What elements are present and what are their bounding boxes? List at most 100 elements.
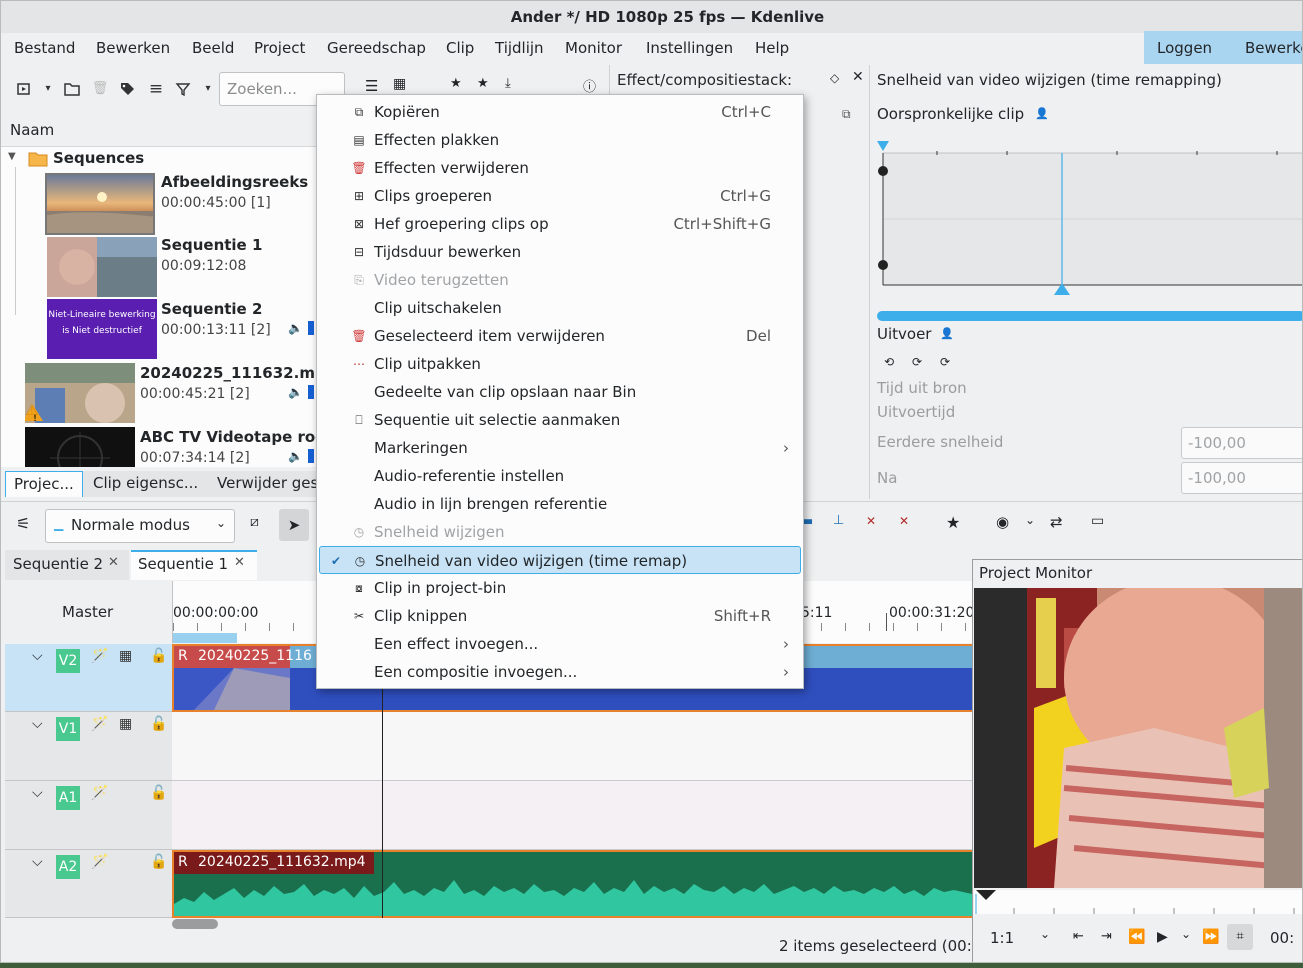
layout-loggen[interactable]: Loggen <box>1157 33 1212 63</box>
tab-sequentie-1[interactable]: Sequentie 1 ✕ <box>131 550 257 580</box>
track-lane-a1[interactable] <box>172 781 974 850</box>
menu-cut-clip[interactable]: ✂ Clip knippen Shift+R <box>319 602 801 630</box>
menu-tijdlijn[interactable]: Tijdlijn <box>495 33 544 63</box>
chevron-down-icon[interactable]: ⌵ <box>32 648 43 664</box>
play-icon[interactable]: ▶ <box>1157 929 1168 945</box>
settings-sliders-icon[interactable]: ⚟ <box>16 514 30 533</box>
menu-disable-clip[interactable]: Clip uitschakelen <box>319 294 801 322</box>
chevron-down-icon[interactable]: ⌵ <box>32 716 43 732</box>
keyframe-add-icon[interactable]: ⟳ <box>912 355 922 369</box>
tag-icon[interactable] <box>116 78 138 100</box>
film-icon[interactable]: ▦ <box>119 648 132 664</box>
monitor-ruler[interactable] <box>974 890 1302 914</box>
menu-save-zone-to-bin[interactable]: Gedeelte van clip opslaan naar Bin <box>319 378 801 406</box>
track-lane-a2[interactable]: R 20240225_111632.mp4 <box>172 850 974 918</box>
menu-markers[interactable]: Markeringen › <box>319 434 801 462</box>
menu-bewerken[interactable]: Bewerken <box>96 33 170 63</box>
menu-extract-clip[interactable]: ⋯ Clip uitpakken <box>319 350 801 378</box>
bin-clip-row[interactable]: ABC TV Videotape room 00:07:34:14 [2] 🔈 <box>1 427 317 467</box>
menu-insert-effect[interactable]: Een effect invoegen... › <box>319 630 801 658</box>
keyframe-next-icon[interactable]: ⟳ <box>940 355 950 369</box>
monitor-video[interactable] <box>974 588 1302 888</box>
tab-remove[interactable]: Verwijder ges <box>217 474 318 492</box>
bin-clip-row[interactable]: Afbeeldingsreeks 00:00:45:00 [1] <box>1 171 313 235</box>
menu-monitor[interactable]: Monitor <box>565 33 622 63</box>
remove-space-icon[interactable]: ✕ <box>899 514 909 528</box>
menu-gereedschap[interactable]: Gereedschap <box>327 33 426 63</box>
star-icon[interactable]: ★ <box>946 513 960 532</box>
add-clip-icon[interactable] <box>13 78 35 100</box>
chevron-down-icon[interactable]: ⌵ <box>32 854 43 870</box>
remap-range-bar[interactable] <box>877 311 1302 321</box>
menu-ungroup-clips[interactable]: ⊠ Hef groepering clips op Ctrl+Shift+G <box>319 210 801 238</box>
chevron-down-icon[interactable]: ▾ <box>37 78 59 100</box>
layout-bewerken[interactable]: Bewerken <box>1245 33 1302 63</box>
close-icon[interactable]: ✕ <box>234 555 245 570</box>
track-header-v1[interactable]: ⌵ V1 🪄 ▦ 🔓 <box>5 712 172 781</box>
lock-icon[interactable]: 🔓 <box>150 716 167 732</box>
menu-set-audio-reference[interactable]: Audio-referentie instellen <box>319 462 801 490</box>
menu-help[interactable]: Help <box>755 33 789 63</box>
audio-clip[interactable]: R 20240225_111632.mp4 <box>172 850 974 918</box>
menu-clip-in-bin[interactable]: ⧇ Clip in project-bin <box>319 574 801 602</box>
bin-clip-row[interactable]: Sequentie 1 00:09:12:08 <box>1 235 313 299</box>
info-icon[interactable]: ⓘ <box>583 76 596 95</box>
chevron-down-icon[interactable]: ▼ <box>8 151 16 162</box>
chevron-down-icon[interactable]: ⌄ <box>1040 927 1050 941</box>
subtitle-icon[interactable]: ▭ <box>1091 513 1104 529</box>
menu-create-sequence[interactable]: ⎕ Sequentie uit selectie aanmaken <box>319 406 801 434</box>
bin-column-header[interactable]: Naam <box>1 113 317 147</box>
menu-beeld[interactable]: Beeld <box>192 33 234 63</box>
menu-insert-composition[interactable]: Een compositie invoegen... › <box>319 658 801 686</box>
filter-icon[interactable] <box>172 78 194 100</box>
track-lane-v1[interactable] <box>172 712 974 781</box>
set-in-icon[interactable]: ⇤ <box>1073 929 1084 944</box>
set-out-icon[interactable]: ⇥ <box>1101 929 1112 944</box>
delete-icon[interactable]: 🗑 <box>89 78 111 100</box>
effects-icon[interactable]: 🪄 <box>91 854 108 870</box>
rewind-icon[interactable]: ⏪ <box>1128 929 1145 945</box>
menu-delete-selected[interactable]: 🗑 Geselecteerd item verwijderen Del <box>319 322 801 350</box>
master-label[interactable]: Master <box>62 603 113 621</box>
lock-icon[interactable]: 🔓 <box>150 648 167 664</box>
after-input[interactable]: -100,00 <box>1181 462 1302 494</box>
razor-icon[interactable]: ⧄ <box>250 514 259 530</box>
menu-time-remap[interactable]: ✔ ◷ Snelheid van video wijzigen (time rema… <box>319 546 801 574</box>
lock-icon[interactable]: 🔓 <box>150 854 167 870</box>
film-icon[interactable]: ▦ <box>119 716 132 732</box>
crop-icon[interactable]: ⌗ <box>1227 924 1253 950</box>
lift-icon[interactable]: ⊥ <box>833 513 844 528</box>
tab-clip-properties[interactable]: Clip eigensc... <box>93 474 198 492</box>
menu-copy[interactable]: ⧉ Kopiëren Ctrl+C <box>319 98 801 126</box>
effects-icon[interactable]: 🪄 <box>91 716 108 732</box>
track-header-v2[interactable]: ⌵ V2 🪄 ▦ 🔓 <box>5 644 172 712</box>
menu-restore-video[interactable]: ⎘ Video terugzetten <box>319 266 801 294</box>
timeline-scrollbar[interactable] <box>172 919 218 929</box>
menu-project[interactable]: Project <box>254 33 305 63</box>
menu-paste-effects[interactable]: ▤ Effecten plakken <box>319 126 801 154</box>
zone-bar[interactable] <box>173 633 237 643</box>
bin-clip-row[interactable]: Niet-Lineaire bewerking is Niet destruct… <box>1 299 314 363</box>
menu-remove-effects[interactable]: 🗑 Effecten verwijderen <box>319 154 801 182</box>
list-icon[interactable]: ☰ <box>365 77 378 95</box>
monitor-timecode[interactable]: 00: <box>1270 929 1294 947</box>
chevron-down-icon[interactable]: ⌄ <box>1181 927 1191 941</box>
close-icon[interactable]: ✕ <box>852 69 864 85</box>
film-icon[interactable]: ▦ <box>393 76 406 92</box>
select-tool-icon[interactable]: ➤ <box>279 509 309 541</box>
zoom-select[interactable]: 1:1 <box>990 929 1014 947</box>
star-icon[interactable]: ★ <box>477 76 489 91</box>
folder-sequences[interactable]: Sequences <box>53 149 144 167</box>
chevron-down-icon[interactable]: ⌵ <box>32 785 43 801</box>
menu-instellingen[interactable]: Instellingen <box>646 33 733 63</box>
track-header-a2[interactable]: ⌵ A2 🪄 🔓 <box>5 850 172 918</box>
menu-bestand[interactable]: Bestand <box>14 33 75 63</box>
edit-mode-select[interactable]: ▁ Normale modus ⌄ <box>45 509 235 543</box>
menu-group-clips[interactable]: ⊞ Clips groeperen Ctrl+G <box>319 182 801 210</box>
chevron-down-icon[interactable]: ▾ <box>197 78 219 100</box>
forward-icon[interactable]: ⏩ <box>1202 929 1219 945</box>
menu-edit-duration[interactable]: ⊟ Tijdsduur bewerken <box>319 238 801 266</box>
close-icon[interactable]: ✕ <box>108 555 119 570</box>
download-icon[interactable]: ⤓ <box>505 76 511 91</box>
speed-before-input[interactable]: -100,00 <box>1181 427 1302 459</box>
